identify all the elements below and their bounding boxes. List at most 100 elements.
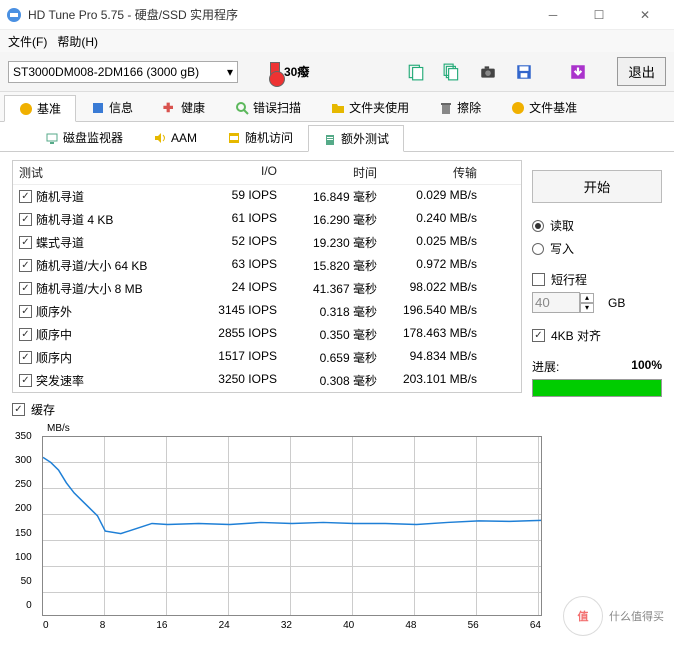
row-time: 0.350 毫秒 — [283, 323, 383, 346]
menubar: 文件(F) 帮助(H) — [0, 30, 674, 52]
row-name: 随机寻道/大小 8 MB — [36, 280, 143, 297]
table-row[interactable]: ✓ 蝶式寻道 52 IOPS 19.230 毫秒 0.025 MB/s — [13, 231, 521, 254]
y-axis-label: MB/s — [47, 423, 70, 434]
sub-tabs: 磁盘监视器 AAM 随机访问 额外测试 — [0, 122, 674, 152]
row-xfer: 94.834 MB/s — [383, 346, 483, 369]
thermometer-icon — [270, 62, 280, 82]
cache-label: 缓存 — [31, 401, 55, 418]
main-tabs: 基准 信息 健康 错误扫描 文件夹使用 擦除 文件基准 — [0, 92, 674, 122]
write-radio[interactable]: 写入 — [532, 240, 662, 257]
table-header: 测试 I/O 时间 传输 — [13, 161, 521, 185]
row-time: 19.230 毫秒 — [283, 231, 383, 254]
save-button[interactable] — [509, 58, 539, 86]
table-row[interactable]: ✓突发速率 3250 IOPS 0.308 毫秒 203.101 MB/s — [13, 369, 521, 392]
row-name: 蝶式寻道 — [36, 234, 84, 251]
row-checkbox-icon: ✓ — [19, 259, 32, 272]
chart: MB/s 350300250200150100500 0816243240485… — [42, 436, 542, 616]
row-checkbox-icon: ✓ — [19, 213, 32, 226]
table-row[interactable]: ✓顺序外 3145 IOPS 0.318 毫秒 196.540 MB/s — [13, 300, 521, 323]
row-xfer: 0.972 MB/s — [383, 254, 483, 277]
watermark-icon: 值 — [563, 596, 603, 636]
chart-area: MB/s 350300250200150100500 0816243240485… — [12, 436, 662, 616]
cache-checkbox[interactable]: ✓ 缓存 — [12, 401, 522, 418]
temperature: 30癈 — [270, 62, 309, 82]
menu-file[interactable]: 文件(F) — [8, 32, 47, 50]
subtab-random-access[interactable]: 随机访问 — [212, 124, 308, 151]
copy-all-button[interactable] — [437, 58, 467, 86]
row-name: 突发速率 — [36, 372, 84, 389]
subtab-aam[interactable]: AAM — [138, 124, 212, 151]
th-io: I/O — [183, 161, 283, 184]
menu-help[interactable]: 帮助(H) — [57, 32, 98, 50]
table-row[interactable]: ✓顺序中 2855 IOPS 0.350 毫秒 178.463 MB/s — [13, 323, 521, 346]
row-time: 0.308 毫秒 — [283, 369, 383, 392]
row-name: 顺序中 — [36, 326, 72, 343]
table-row[interactable]: ✓顺序内 1517 IOPS 0.659 毫秒 94.834 MB/s — [13, 346, 521, 369]
row-io: 2855 IOPS — [183, 323, 283, 346]
screenshot-button[interactable] — [473, 58, 503, 86]
tab-file-benchmark[interactable]: 文件基准 — [496, 94, 592, 121]
table-row[interactable]: ✓ 随机寻道/大小 8 MB 24 IOPS 41.367 毫秒 98.022 M… — [13, 277, 521, 300]
results-table: 测试 I/O 时间 传输 ✓随机寻道 59 IOPS 16.849 毫秒 0.0… — [12, 160, 522, 393]
row-io: 24 IOPS — [183, 277, 283, 300]
row-xfer: 0.025 MB/s — [383, 231, 483, 254]
subtab-extra-tests[interactable]: 额外测试 — [308, 125, 404, 152]
checkbox-icon: ✓ — [12, 403, 25, 416]
tab-error-scan[interactable]: 错误扫描 — [220, 94, 316, 121]
checkbox-icon — [532, 273, 545, 286]
size-unit: GB — [608, 296, 625, 310]
checkbox-icon: ✓ — [532, 329, 545, 342]
table-row[interactable]: ✓随机寻道 59 IOPS 16.849 毫秒 0.029 MB/s — [13, 185, 521, 208]
row-checkbox-icon: ✓ — [19, 236, 32, 249]
spinner[interactable]: ▴▾ — [580, 293, 594, 313]
x-axis: 0816243240485664 — [43, 620, 541, 631]
row-io: 1517 IOPS — [183, 346, 283, 369]
minimize-button[interactable]: ─ — [530, 0, 576, 30]
th-time: 时间 — [283, 161, 383, 184]
size-field[interactable]: ▴▾ — [532, 292, 602, 313]
close-button[interactable]: ✕ — [622, 0, 668, 30]
exit-button[interactable]: 退出 — [617, 57, 666, 86]
row-name: 顺序外 — [36, 303, 72, 320]
start-button[interactable]: 开始 — [532, 170, 662, 203]
maximize-button[interactable]: ☐ — [576, 0, 622, 30]
size-input[interactable] — [532, 292, 580, 313]
radio-icon — [532, 243, 544, 255]
tab-benchmark[interactable]: 基准 — [4, 95, 76, 122]
table-row[interactable]: ✓随机寻道/大小 64 KB 63 IOPS 15.820 毫秒 0.972 M… — [13, 254, 521, 277]
row-xfer: 0.029 MB/s — [383, 185, 483, 208]
tab-info[interactable]: 信息 — [76, 94, 148, 121]
row-time: 41.367 毫秒 — [283, 277, 383, 300]
row-time: 16.849 毫秒 — [283, 185, 383, 208]
dropdown-icon: ▾ — [227, 65, 233, 79]
row-name: 顺序内 — [36, 349, 72, 366]
load-button[interactable] — [563, 58, 593, 86]
row-xfer: 178.463 MB/s — [383, 323, 483, 346]
read-radio[interactable]: 读取 — [532, 217, 662, 234]
y-axis: 350300250200150100500 — [15, 431, 32, 611]
row-io: 59 IOPS — [183, 185, 283, 208]
row-time: 15.820 毫秒 — [283, 254, 383, 277]
tab-erase[interactable]: 擦除 — [424, 94, 496, 121]
row-xfer: 0.240 MB/s — [383, 208, 483, 231]
row-time: 16.290 毫秒 — [283, 208, 383, 231]
row-xfer: 196.540 MB/s — [383, 300, 483, 323]
row-name: 随机寻道 4 KB — [36, 211, 113, 228]
row-checkbox-icon: ✓ — [19, 282, 32, 295]
row-io: 3250 IOPS — [183, 369, 283, 392]
align-checkbox[interactable]: ✓4KB 对齐 — [532, 327, 662, 344]
short-stroke-checkbox[interactable]: 短行程 — [532, 271, 662, 288]
tab-health[interactable]: 健康 — [148, 94, 220, 121]
copy-button[interactable] — [401, 58, 431, 86]
tab-folder-usage[interactable]: 文件夹使用 — [316, 94, 424, 121]
row-time: 0.659 毫秒 — [283, 346, 383, 369]
window-title: HD Tune Pro 5.75 - 硬盘/SSD 实用程序 — [28, 6, 530, 23]
drive-name: ST3000DM008-2DM166 (3000 gB) — [13, 65, 199, 79]
row-xfer: 98.022 MB/s — [383, 277, 483, 300]
row-io: 61 IOPS — [183, 208, 283, 231]
drive-selector[interactable]: ST3000DM008-2DM166 (3000 gB) ▾ — [8, 61, 238, 83]
table-row[interactable]: ✓ 随机寻道 4 KB 61 IOPS 16.290 毫秒 0.240 MB/s — [13, 208, 521, 231]
row-io: 3145 IOPS — [183, 300, 283, 323]
subtab-disk-monitor[interactable]: 磁盘监视器 — [30, 124, 138, 151]
row-io: 52 IOPS — [183, 231, 283, 254]
